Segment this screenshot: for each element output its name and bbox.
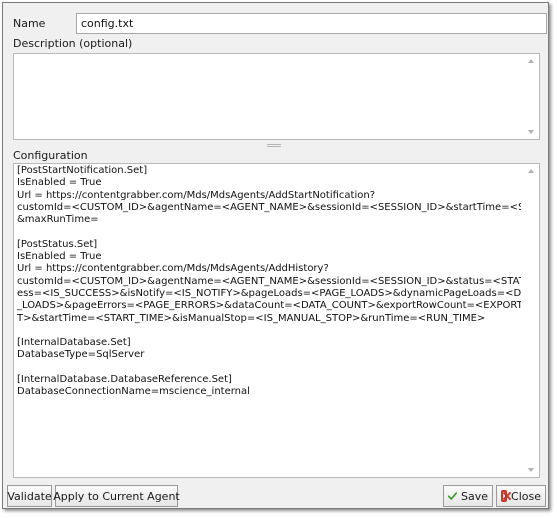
- save-button[interactable]: Save: [443, 485, 493, 507]
- scroll-down-icon[interactable]: [528, 130, 534, 134]
- apply-to-current-agent-button[interactable]: Apply to Current Agent: [53, 485, 180, 507]
- configuration-textarea[interactable]: [PostStartNotification.Set] IsEnabled = …: [13, 163, 540, 478]
- close-label: Close: [511, 489, 541, 503]
- configuration-label: Configuration: [13, 149, 88, 162]
- scroll-up-icon[interactable]: [528, 59, 534, 63]
- name-label: Name: [13, 17, 46, 30]
- green-check-icon: [448, 492, 457, 500]
- configuration-text[interactable]: [PostStartNotification.Set] IsEnabled = …: [17, 165, 521, 475]
- scroll-up-icon[interactable]: [528, 169, 534, 173]
- configuration-scrollbar[interactable]: [523, 164, 539, 477]
- description-scrollbar[interactable]: [523, 54, 539, 139]
- red-close-icon: [501, 490, 508, 502]
- description-label: Description (optional): [13, 37, 133, 50]
- dialog-window: Name Description (optional) Configuratio…: [2, 2, 549, 509]
- save-label: Save: [460, 489, 488, 503]
- validate-label: Validate: [7, 489, 52, 503]
- scroll-down-icon[interactable]: [528, 468, 534, 472]
- description-textarea[interactable]: [13, 53, 540, 140]
- close-button[interactable]: Close: [496, 485, 546, 507]
- splitter-grip[interactable]: [267, 144, 281, 147]
- name-input[interactable]: [76, 13, 547, 34]
- validate-button[interactable]: Validate: [7, 485, 52, 507]
- apply-label: Apply to Current Agent: [53, 489, 180, 503]
